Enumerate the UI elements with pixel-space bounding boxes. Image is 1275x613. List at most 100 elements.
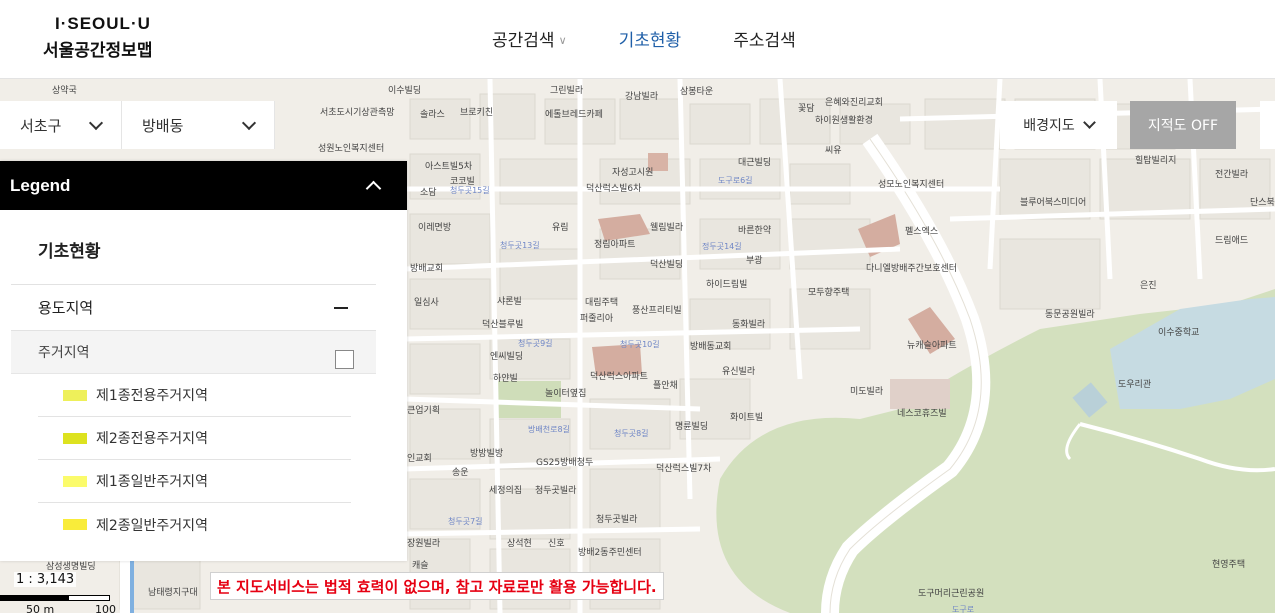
map-label: 놀이터옆집: [545, 389, 587, 399]
legend-swatch: [63, 475, 87, 487]
cadastral-toggle-button[interactable]: 지적도 OFF: [1130, 101, 1236, 149]
dong-select[interactable]: 방배동: [122, 101, 275, 149]
map-label: 솔라스: [420, 110, 445, 120]
map-label: 상석현: [507, 539, 532, 549]
map-label: 세정의집: [489, 486, 523, 496]
map-label: 다니엘방배주간보호센터: [866, 264, 958, 274]
scale-ratio: 1 : 3,143: [14, 572, 77, 587]
map-label: 뉴캐슬아파트: [907, 341, 957, 351]
chevron-up-icon[interactable]: [365, 180, 382, 197]
scale-label-50: 50 m: [26, 603, 55, 613]
chevron-down-icon: [241, 115, 257, 130]
map-label: 방배교회: [410, 264, 444, 274]
legend-panel: Legend 기초현황 용도지역 주거지역 제1종전용주거지역 제2종전용주거지…: [0, 161, 407, 561]
map-scale: 1 : 3,143 50 m 100 m: [0, 565, 120, 613]
map-label: 도우리관: [1118, 380, 1152, 390]
map-label: 미도빌라: [850, 387, 884, 397]
map-label: 서초도시기상관측망: [320, 108, 395, 118]
legal-disclaimer: 본 지도서비스는 법적 효력이 없으며, 참고 자료로만 활용 가능합니다.: [210, 572, 664, 600]
map-label: 명륜빌딩: [675, 422, 709, 432]
map-label: 현영주택: [1212, 560, 1246, 570]
map-label: 은혜와진리교회: [825, 98, 883, 108]
street-label: 방배천로8길: [528, 425, 570, 434]
map-label: 웰림빌라: [650, 223, 684, 233]
legend-subgroup: 주거지역: [11, 331, 376, 374]
nav-spatial-search[interactable]: 공간검색 ∨: [492, 26, 567, 51]
street-label: 도구로6길: [718, 176, 753, 185]
map-label: 대림주택: [585, 298, 619, 308]
map-label: 남태령지구대: [148, 588, 198, 598]
legend-title: Legend: [10, 175, 71, 195]
basemap-select[interactable]: 배경지도: [1000, 101, 1117, 149]
map-label: 풍산프리티빌: [632, 306, 682, 316]
map-label: 청두곳빌라: [596, 515, 638, 525]
chevron-down-icon: [1082, 116, 1096, 129]
legend-group-zoning[interactable]: 용도지역: [11, 285, 376, 331]
legend-header[interactable]: Legend: [0, 161, 407, 210]
map-label: 하이드림빌: [706, 280, 748, 290]
map-label: 그린빌라: [550, 86, 584, 96]
map-label: 전간빌라: [1215, 170, 1249, 180]
map-label: 상약국: [52, 86, 77, 96]
cadastral-label: 지적도 OFF: [1147, 118, 1219, 134]
scale-label-100: 100 m: [95, 603, 116, 613]
legend-item: 제2종일반주거지역: [38, 503, 351, 546]
map-label: 덕산빌딩: [650, 260, 684, 270]
scale-bar: [0, 595, 110, 601]
map-label: 화이트빌: [730, 413, 764, 423]
nav-address-search-label: 주소검색: [733, 31, 796, 51]
map-control-edge[interactable]: [1260, 101, 1275, 149]
legend-section-title: 기초현황: [38, 242, 101, 262]
street-label: 청두곳10길: [620, 340, 660, 349]
gu-select-value: 서초구: [20, 116, 62, 135]
map-label: 브로키친: [460, 108, 494, 118]
map-label: 송운: [452, 468, 469, 478]
scale-bar-segment: [0, 595, 68, 601]
map-label: 샤론빌: [497, 297, 522, 307]
map-label: 동문공원빌라: [1045, 310, 1095, 320]
residential-checkbox[interactable]: [335, 349, 354, 369]
map-label: 이수빌딩: [388, 86, 422, 96]
map-label: 덕산블루빌: [482, 320, 524, 330]
map-label: 일심사: [414, 298, 439, 308]
legend-item-label: 제1종전용주거지역: [96, 388, 208, 404]
legend-item-label: 제2종일반주거지역: [96, 517, 208, 534]
map-label: 바른한약: [738, 226, 772, 236]
map-label: 큰업기획: [407, 406, 441, 416]
nav-address-search[interactable]: 주소검색: [733, 26, 796, 51]
map-label: 덕산럭스빌7차: [656, 464, 712, 474]
map-label: 청두곳빌라: [535, 486, 577, 496]
map-label: 부광: [746, 256, 763, 266]
logo-slogan: I·SEOUL·U: [55, 14, 151, 33]
nav-basic-status[interactable]: 기초현황: [619, 26, 682, 51]
legend-item: 제1종전용주거지역: [38, 374, 351, 417]
map-label: 강남빌라: [625, 92, 659, 102]
map-label: 은진: [1140, 281, 1157, 291]
chevron-down-icon: [88, 115, 104, 130]
chevron-down-icon: ∨: [558, 33, 567, 47]
map-label: 하얀빌: [493, 374, 518, 384]
nav-basic-status-label: 기초현황: [618, 31, 682, 51]
gu-select[interactable]: 서초구: [0, 101, 122, 149]
app-header: I·SEOUL·U 서울공간정보맵 공간검색 ∨ 기초현황 주소검색: [0, 0, 1275, 79]
street-label: 도구로: [952, 605, 975, 613]
map-label: 신호: [548, 539, 565, 549]
map-label: 유신빌라: [722, 367, 756, 377]
legend-item-label: 제1종일반주거지역: [96, 474, 208, 490]
map-label: 하이원생활환경: [815, 116, 873, 126]
map-label: 모두향주택: [808, 288, 850, 298]
street-label: 정두곳14길: [702, 242, 742, 251]
collapse-minus-icon[interactable]: [334, 306, 348, 309]
legend-swatch: [63, 519, 87, 530]
map-label: 방방빌방: [470, 449, 504, 459]
map-label: 소담: [420, 188, 437, 198]
main-nav: 공간검색 ∨ 기초현황 주소검색: [492, 26, 848, 51]
street-label: 청두곳13길: [500, 241, 540, 250]
map-label: 동화빌라: [732, 320, 766, 330]
basemap-label: 배경지도: [1023, 118, 1075, 134]
map-label: 캐슬: [412, 561, 429, 571]
map-label: GS25방배청두: [536, 458, 594, 468]
map-label: 힐탑빌리지: [1135, 156, 1177, 166]
map-label: 플안채: [653, 381, 678, 391]
site-logo[interactable]: I·SEOUL·U 서울공간정보맵: [43, 14, 152, 61]
